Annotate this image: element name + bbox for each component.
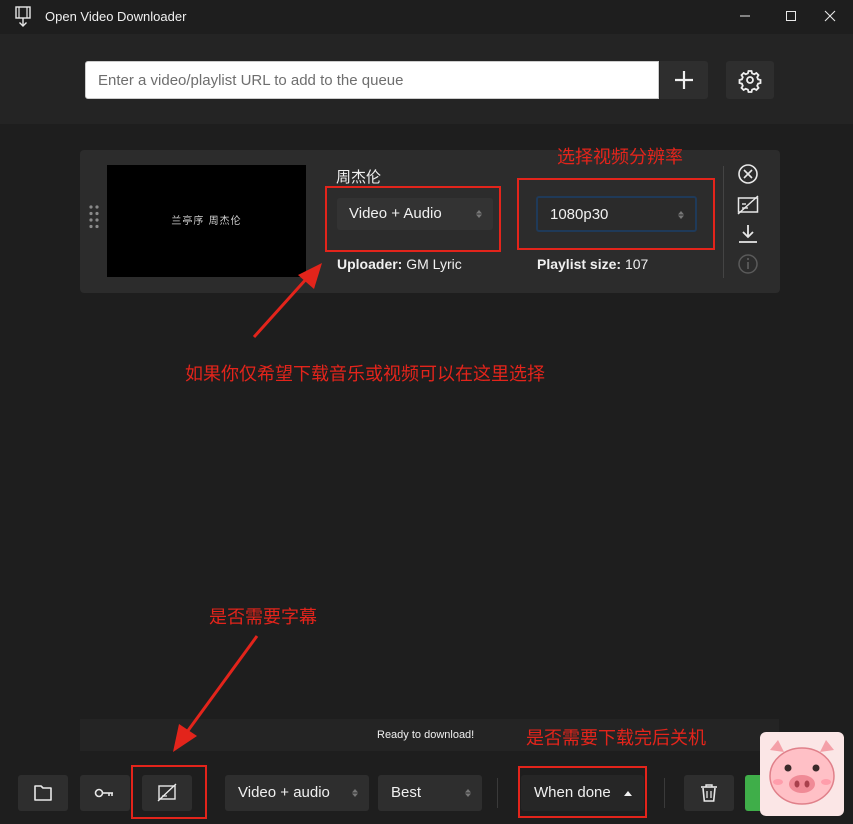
card-divider	[723, 166, 724, 278]
close-circle-icon[interactable]	[736, 162, 760, 186]
key-icon	[94, 788, 113, 798]
annotation-resolution: 选择视频分辨率	[557, 147, 683, 167]
minimize-icon	[740, 15, 750, 17]
annotation-shutdown: 是否需要下载完后关机	[526, 728, 706, 748]
footer-divider	[664, 778, 665, 808]
annotation-box-type	[325, 186, 501, 252]
playlist-value: 107	[624, 256, 649, 272]
annotation-box-resolution	[517, 178, 715, 250]
playlist-label: Playlist size:	[537, 256, 622, 272]
info-icon	[738, 254, 758, 274]
maximize-icon	[786, 11, 796, 21]
open-folder-button[interactable]	[18, 775, 68, 811]
footer-divider	[497, 778, 498, 808]
annotation-box-subtitles	[131, 765, 207, 819]
thumbnail-caption: 兰亭序 周杰伦	[171, 216, 242, 227]
film-download-icon	[15, 6, 31, 27]
authentication-button[interactable]	[80, 775, 130, 811]
folder-icon	[34, 785, 52, 801]
uploader-label: Uploader:	[337, 256, 403, 272]
select-arrows-icon	[465, 789, 471, 797]
annotation-arrow-icon	[173, 635, 259, 752]
window-title: Open Video Downloader	[45, 9, 187, 24]
close-icon	[824, 10, 836, 22]
global-quality-select[interactable]: Best	[378, 775, 482, 811]
uploader-info: Uploader: GM Lyric	[337, 256, 462, 272]
clear-queue-button[interactable]	[684, 775, 734, 811]
url-input[interactable]	[85, 61, 659, 99]
subtitles-off-icon[interactable]	[736, 193, 760, 217]
status-text: Ready to download!	[377, 729, 475, 741]
close-button[interactable]	[807, 4, 853, 30]
trash-icon	[701, 784, 717, 802]
global-type-value: Video + audio	[238, 784, 330, 801]
global-type-select[interactable]: Video + audio	[225, 775, 369, 811]
settings-button[interactable]	[726, 61, 774, 99]
minimize-button[interactable]	[722, 4, 768, 30]
playlist-size-info: Playlist size: 107	[537, 256, 648, 272]
annotation-subtitles: 是否需要字幕	[209, 607, 317, 627]
add-url-button[interactable]	[660, 61, 708, 99]
annotation-box-shutdown	[518, 766, 647, 818]
annotation-type: 如果你仅希望下载音乐或视频可以在这里选择	[185, 364, 545, 384]
select-arrows-icon	[352, 789, 358, 797]
annotation-arrow-icon	[252, 263, 322, 339]
uploader-value: GM Lyric	[406, 256, 462, 272]
plus-icon	[675, 71, 693, 89]
pig-sticker-icon	[760, 732, 844, 816]
drag-handle-icon[interactable]	[88, 204, 100, 230]
gear-icon	[738, 70, 762, 93]
video-title: 周杰伦	[336, 169, 382, 186]
download-icon[interactable]	[736, 222, 760, 246]
global-quality-value: Best	[391, 784, 422, 801]
